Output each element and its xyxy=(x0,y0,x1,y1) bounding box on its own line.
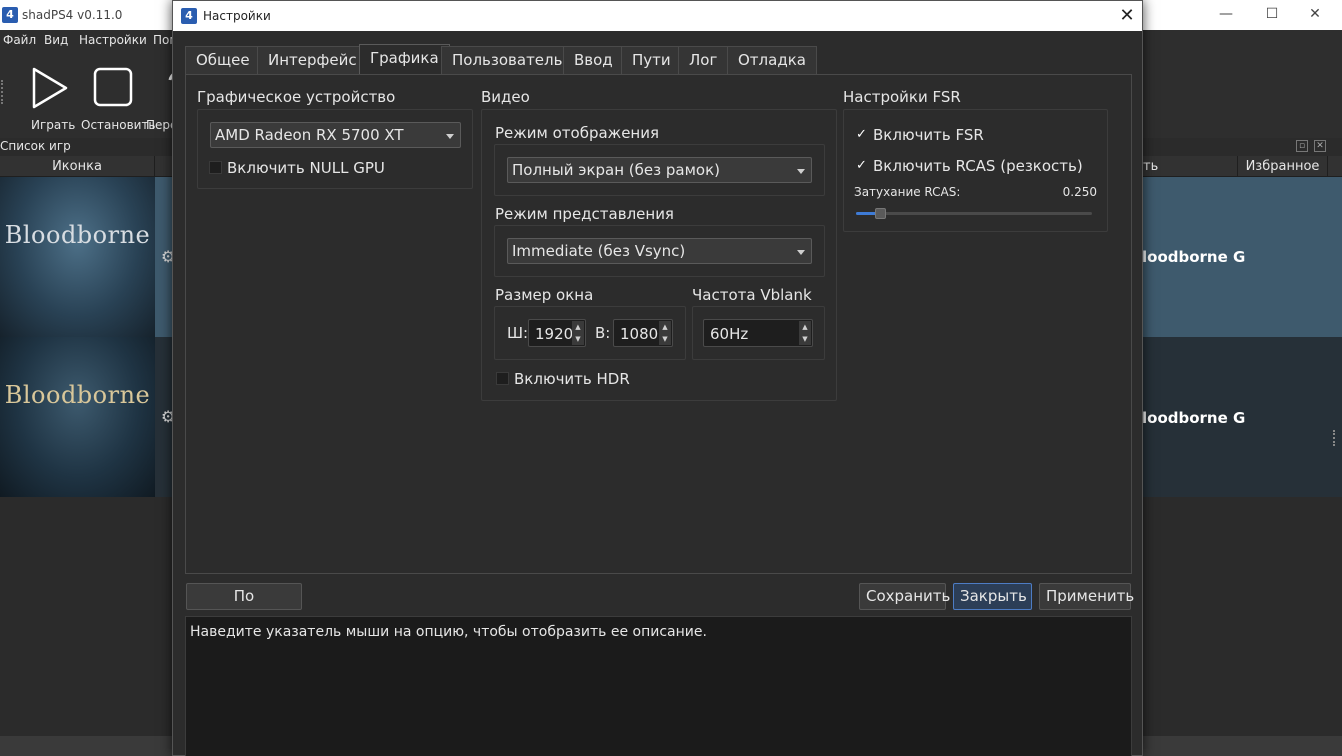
play-icon[interactable] xyxy=(28,66,72,110)
hdr-checkbox[interactable] xyxy=(496,372,509,385)
enable-fsr-checkbox[interactable]: ✓ xyxy=(855,128,868,141)
enable-fsr-label[interactable]: Включить FSR xyxy=(873,126,984,144)
present-mode-label: Режим представления xyxy=(495,205,674,223)
vblank-spinbox[interactable]: 60Hz ▲ ▼ xyxy=(703,319,813,347)
rcas-attenuation-value: 0.250 xyxy=(1062,185,1097,199)
display-mode-box: Полный экран (без рамок) xyxy=(494,144,825,196)
spin-up-icon[interactable]: ▲ xyxy=(799,321,811,333)
tab-input[interactable]: Ввод xyxy=(563,46,624,74)
graphics-device-combo[interactable]: AMD Radeon RX 5700 XT xyxy=(210,122,461,148)
enable-rcas-label[interactable]: Включить RCAS (резкость) xyxy=(873,157,1083,175)
game-name: loodborne G xyxy=(1142,409,1246,427)
height-prefix: В: xyxy=(595,324,611,342)
width-value: 1920 xyxy=(535,325,574,343)
column-name[interactable]: ть xyxy=(1143,156,1238,177)
game-cover-image: Bloodborne xyxy=(0,337,155,497)
game-cover-logo: Bloodborne xyxy=(4,381,151,409)
tab-interface[interactable]: Интерфейс xyxy=(257,46,368,74)
video-group: Режим отображения Полный экран (без рамо… xyxy=(481,109,837,401)
defaults-button[interactable]: По умолчанию xyxy=(186,583,302,630)
vblank-value: 60Hz xyxy=(710,325,749,343)
chevron-down-icon xyxy=(446,134,454,139)
main-window-title: shadPS4 v0.11.0 xyxy=(22,8,123,22)
dialog-title: Настройки xyxy=(203,9,271,23)
description-text: Наведите указатель мыши на опцию, чтобы … xyxy=(190,624,707,640)
graphics-device-group: AMD Radeon RX 5700 XT Включить NULL GPU xyxy=(197,109,473,189)
column-favorite[interactable]: Избранное xyxy=(1238,156,1328,177)
dock-float-icon[interactable]: ▫ xyxy=(1296,140,1308,152)
chevron-down-icon xyxy=(797,250,805,255)
dialog-app-icon: 4 xyxy=(181,8,197,24)
graphics-device-value: AMD Radeon RX 5700 XT xyxy=(215,126,404,144)
enable-rcas-checkbox[interactable]: ✓ xyxy=(855,159,868,172)
spin-down-icon[interactable]: ▼ xyxy=(799,333,811,345)
display-mode-label: Режим отображения xyxy=(495,124,659,142)
description-box: Наведите указатель мыши на опцию, чтобы … xyxy=(185,616,1132,756)
spin-down-icon[interactable]: ▼ xyxy=(572,333,584,345)
apply-button[interactable]: Применить xyxy=(1039,583,1134,610)
tab-user[interactable]: Пользователь xyxy=(441,46,574,74)
rcas-attenuation-label: Затухание RCAS: xyxy=(854,185,961,199)
stop-label: Остановить xyxy=(81,118,156,132)
width-prefix: Ш: xyxy=(507,324,529,342)
graphics-device-group-title: Графическое устройство xyxy=(197,88,396,106)
toolbar-grip[interactable] xyxy=(1,80,3,104)
menu-settings[interactable]: Настройки xyxy=(79,33,147,47)
app-icon: 4 xyxy=(2,7,18,23)
close-button[interactable]: Закрыть xyxy=(953,583,1032,610)
fsr-group-title: Настройки FSR xyxy=(843,88,961,106)
rcas-slider-track[interactable] xyxy=(856,212,1092,215)
game-name: loodborne G xyxy=(1142,248,1246,266)
rcas-slider-handle[interactable] xyxy=(875,208,886,219)
height-spinbox[interactable]: 1080 ▲ ▼ xyxy=(613,319,673,347)
maximize-button[interactable]: ☐ xyxy=(1249,0,1295,30)
tab-general[interactable]: Общее xyxy=(185,46,261,74)
spin-down-icon[interactable]: ▼ xyxy=(659,333,671,345)
dialog-titlebar: 4 Настройки ✕ xyxy=(173,1,1142,31)
spin-up-icon[interactable]: ▲ xyxy=(659,321,671,333)
tab-paths[interactable]: Пути xyxy=(621,46,682,74)
present-mode-value: Immediate (без Vsync) xyxy=(512,242,686,260)
null-gpu-checkbox[interactable] xyxy=(209,161,222,174)
vblank-box: 60Hz ▲ ▼ xyxy=(692,306,825,360)
game-cover-image: Bloodborne xyxy=(0,177,155,337)
tab-graphics[interactable]: Графика xyxy=(359,44,450,75)
menu-file[interactable]: Файл xyxy=(3,33,36,47)
present-mode-box: Immediate (без Vsync) xyxy=(494,225,825,277)
column-icon[interactable]: Иконка xyxy=(0,156,155,177)
display-mode-value: Полный экран (без рамок) xyxy=(512,161,720,179)
graphics-tab-pane: Графическое устройство AMD Radeon RX 570… xyxy=(185,74,1132,574)
tab-debug[interactable]: Отладка xyxy=(727,46,817,74)
hdr-label[interactable]: Включить HDR xyxy=(514,370,630,388)
tab-log[interactable]: Лог xyxy=(678,46,729,74)
window-size-label: Размер окна xyxy=(495,286,594,304)
play-label: Играть xyxy=(31,118,76,132)
stop-icon[interactable] xyxy=(92,66,136,110)
game-list-caption: Список игр xyxy=(0,139,71,153)
dialog-close-icon[interactable]: ✕ xyxy=(1112,1,1142,31)
fsr-group: ✓ Включить FSR ✓ Включить RCAS (резкость… xyxy=(843,109,1108,232)
height-value: 1080 xyxy=(620,325,659,343)
window-size-box: Ш: 1920 ▲ ▼ В: 1080 ▲ ▼ xyxy=(494,306,686,360)
null-gpu-label[interactable]: Включить NULL GPU xyxy=(227,159,385,177)
menu-view[interactable]: Вид xyxy=(44,33,68,47)
save-button[interactable]: Сохранить xyxy=(859,583,950,610)
game-cover-logo: Bloodborne xyxy=(4,221,151,249)
display-mode-combo[interactable]: Полный экран (без рамок) xyxy=(507,157,812,183)
video-group-title: Видео xyxy=(481,88,530,106)
chevron-down-icon xyxy=(797,169,805,174)
main-close-button[interactable]: ✕ xyxy=(1292,0,1338,30)
dock-close-icon[interactable]: ✕ xyxy=(1314,140,1326,152)
present-mode-combo[interactable]: Immediate (без Vsync) xyxy=(507,238,812,264)
vblank-label: Частота Vblank xyxy=(692,286,812,304)
spin-up-icon[interactable]: ▲ xyxy=(572,321,584,333)
splitter-handle[interactable] xyxy=(1333,430,1336,446)
width-spinbox[interactable]: 1920 ▲ ▼ xyxy=(528,319,586,347)
minimize-button[interactable]: — xyxy=(1203,0,1249,30)
settings-dialog: 4 Настройки ✕ Общее Интерфейс Графика По… xyxy=(172,0,1143,756)
